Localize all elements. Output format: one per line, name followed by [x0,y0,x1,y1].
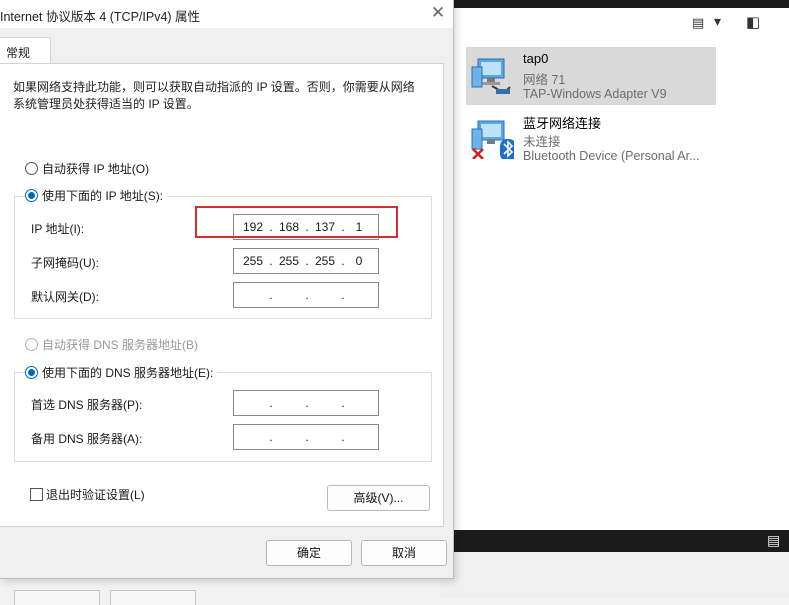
gateway-field[interactable]: . . . [233,282,379,308]
window-bottom [440,552,789,598]
title-bar: Internet 协议版本 4 (TCP/IPv4) 属性 ✕ [0,0,453,28]
adapter-list: tap0 网络 71 TAP-Windows Adapter V9 蓝牙网络连接… [440,38,789,530]
validate-label: 退出时验证设置(L) [46,488,145,502]
ip-separator: . [305,288,309,302]
list-view-icon[interactable]: ▤ [767,532,780,549]
manual-ip-label: 使用下面的 IP 地址(S): [42,189,164,203]
validate-checkbox[interactable] [30,488,43,501]
ip-highlight-box [195,206,398,238]
preview-pane-icon[interactable]: ◧ [746,13,760,31]
cancel-button[interactable]: 取消 [361,540,447,566]
mask-octet-4: 0 [355,254,363,268]
tab-general[interactable]: 常规 [0,37,51,64]
network-adapter-icon [471,58,511,95]
dns-settings-group: 首选 DNS 服务器(P): . . . 备用 DNS 服务器(A): . . … [14,372,432,462]
alternate-dns-field[interactable]: . . . [233,424,379,450]
details-view-icon[interactable]: ▤ [692,15,704,31]
status-bar: ▤ [440,530,789,552]
manual-ip-radio[interactable] [25,189,38,202]
network-toolbar: ▤ ▾ ◧ [440,8,789,39]
dialog-title: Internet 协议版本 4 (TCP/IPv4) 属性 [0,10,201,24]
adapter-name: tap0 [523,51,549,66]
ip-address-label: IP 地址(I): [31,222,85,236]
subnet-mask-field[interactable]: 255 . 255 . 255 . 0 [233,248,379,274]
manual-dns-radio[interactable] [25,366,38,379]
ip-separator: . [341,288,345,302]
tab-label: 常规 [6,46,31,60]
ip-separator: . [305,396,309,410]
adapter-item-tap0[interactable]: tap0 网络 71 TAP-Windows Adapter V9 [466,47,716,105]
subnet-mask-label: 子网掩码(U): [31,256,99,270]
ok-button[interactable]: 确定 [266,540,352,566]
alternate-dns-label: 备用 DNS 服务器(A): [31,432,143,446]
ip-separator: . [341,396,345,410]
validate-option[interactable]: 退出时验证设置(L) [30,486,145,503]
ip-separator: . [269,430,273,444]
auto-ip-option[interactable]: 自动获得 IP 地址(O) [25,160,149,177]
adapter-status: 未连接 [523,135,561,149]
auto-ip-label: 自动获得 IP 地址(O) [42,162,150,176]
advanced-button[interactable]: 高级(V)... [327,485,430,511]
manual-ip-option[interactable]: 使用下面的 IP 地址(S): [25,187,168,204]
mask-octet-3: 255 [314,254,336,268]
auto-dns-option[interactable]: 自动获得 DNS 服务器地址(B) [25,336,198,353]
gateway-label: 默认网关(D): [31,290,99,304]
description-text: 如果网络支持此功能，则可以获取自动指派的 IP 设置。否则，你需要从网络系统管理… [13,80,415,111]
close-icon[interactable]: ✕ [428,3,448,23]
auto-ip-radio[interactable] [25,162,38,175]
chevron-down-icon[interactable]: ▾ [714,13,721,30]
adapter-device: TAP-Windows Adapter V9 [523,87,667,101]
adapter-item-bluetooth[interactable]: 蓝牙网络连接 未连接 Bluetooth Device (Personal Ar… [466,109,716,167]
adapter-name: 蓝牙网络连接 [523,116,602,131]
ip-separator: . [305,430,309,444]
auto-dns-radio[interactable] [25,338,38,351]
ip-separator: . [269,396,273,410]
adapter-status: 网络 71 [523,73,566,87]
preferred-dns-label: 首选 DNS 服务器(P): [31,398,143,412]
manual-dns-option[interactable]: 使用下面的 DNS 服务器地址(E): [25,364,218,381]
ip-separator: . [341,430,345,444]
window-top-edge [440,0,789,8]
auto-dns-label: 自动获得 DNS 服务器地址(B) [42,338,199,352]
bluetooth-adapter-icon [471,120,514,159]
ipv4-properties-dialog: Internet 协议版本 4 (TCP/IPv4) 属性 ✕ 常规 如果网络支… [0,0,454,579]
mask-octet-1: 255 [242,254,264,268]
manual-dns-label: 使用下面的 DNS 服务器地址(E): [42,366,214,380]
mask-octet-2: 255 [278,254,300,268]
ip-separator: . [269,288,273,302]
preferred-dns-field[interactable]: . . . [233,390,379,416]
adapter-device: Bluetooth Device (Personal Ar... [523,149,700,163]
